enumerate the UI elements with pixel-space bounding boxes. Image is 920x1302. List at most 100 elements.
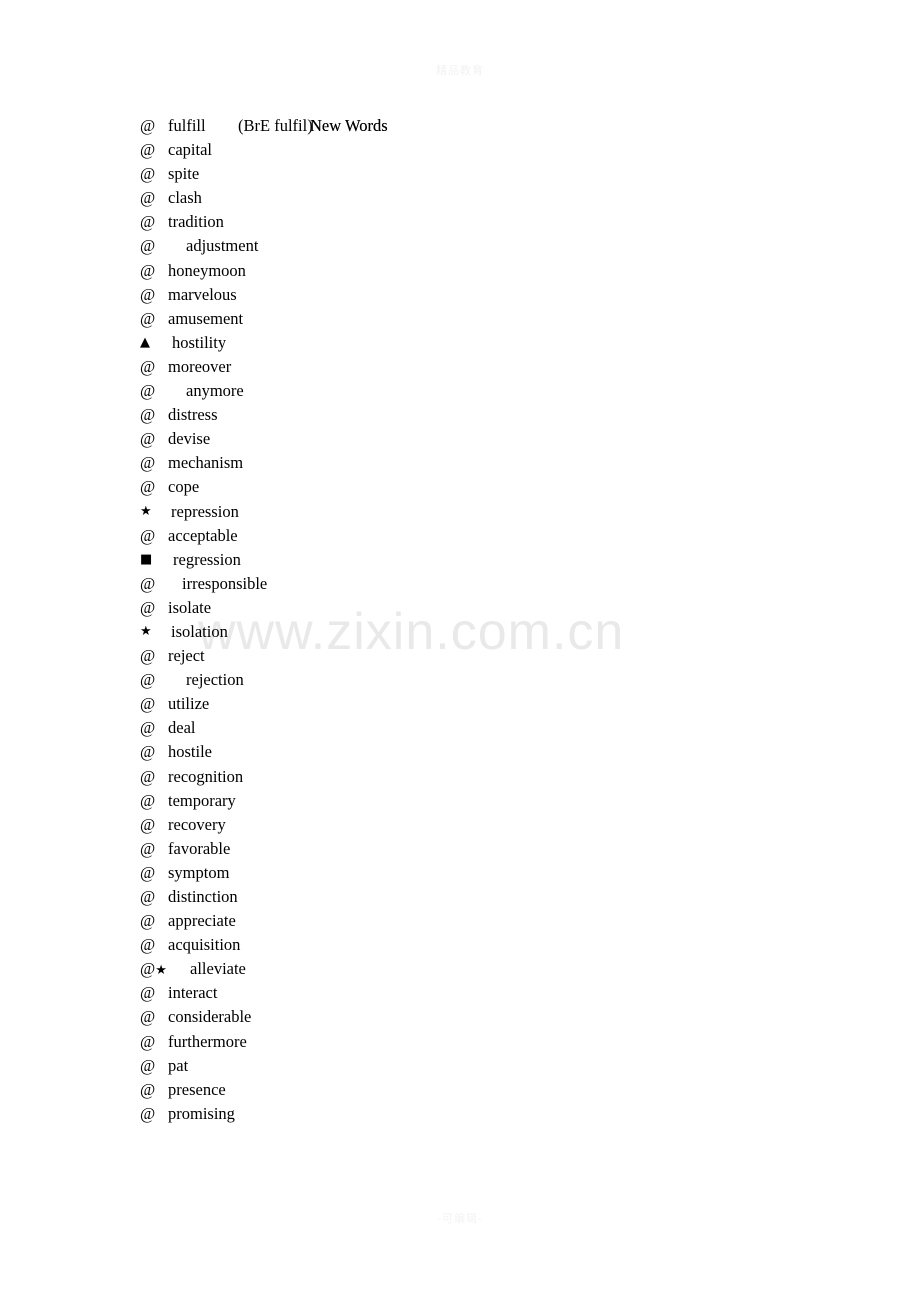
word-label: promising	[168, 1103, 235, 1123]
at-marker-icon: @	[140, 862, 156, 882]
at-marker-icon: @	[140, 381, 156, 401]
at-marker-icon: @	[140, 670, 156, 690]
at-marker-icon: @	[140, 911, 156, 931]
word-label: hostile	[168, 742, 212, 762]
word-label: marvelous	[168, 284, 237, 304]
word-label: distinction	[168, 887, 238, 906]
word-label: fulfill	[168, 116, 206, 135]
at-marker-icon: @	[140, 188, 156, 208]
word-label: adjustment	[186, 236, 259, 256]
at-marker-icon: @	[140, 1079, 156, 1099]
at-marker-icon: @	[140, 1055, 156, 1075]
at-marker-icon: @	[140, 116, 156, 135]
word-label: hostility	[172, 332, 227, 352]
word-entry: @ hostile	[0, 740, 920, 764]
at-marker-icon: @	[140, 212, 156, 232]
word-label: alleviate	[190, 959, 246, 979]
word-label: recognition	[168, 766, 244, 786]
word-entry: @ temporary	[0, 789, 920, 813]
word-label: spite	[168, 164, 200, 184]
word-entry: @ considerable	[0, 1005, 920, 1029]
word-entry: @ distinction	[0, 885, 920, 909]
word-label: clash	[168, 188, 202, 208]
word-entry: @ isolate	[0, 596, 920, 620]
word-label: devise	[168, 429, 211, 449]
word-label: capital	[168, 140, 212, 160]
word-entry: @ devise	[0, 427, 920, 451]
at-marker-icon: @	[140, 260, 156, 280]
at-marker-icon: @	[140, 140, 156, 160]
at-marker-icon: @	[140, 1007, 156, 1027]
word-label: appreciate	[168, 911, 236, 931]
word-label: deal	[168, 718, 196, 738]
at-marker-icon: @	[140, 236, 156, 256]
word-label: considerable	[168, 1007, 252, 1027]
word-entry: ★ isolation	[0, 620, 920, 644]
word-entry: @ tradition	[0, 210, 920, 234]
word-entry: ★ repression	[0, 500, 920, 524]
at-marker-icon: @	[140, 838, 156, 858]
word-label: interact	[168, 983, 218, 1003]
at-marker-icon: @	[140, 164, 156, 184]
word-entry: @ favorable	[0, 837, 920, 861]
at-marker-icon: @	[140, 694, 156, 714]
at-marker-icon: @	[140, 453, 156, 473]
word-entry: @ recovery	[0, 813, 920, 837]
word-entry: @ acceptable	[0, 524, 920, 548]
star-marker-icon: ★	[155, 963, 167, 979]
header-watermark: 精品教育	[436, 65, 484, 77]
word-entry: @ acquisition	[0, 933, 920, 957]
at-marker-icon: @	[140, 766, 156, 786]
word-label: moreover	[168, 356, 232, 376]
word-label: utilize	[168, 694, 210, 714]
at-marker-icon: @	[140, 814, 156, 834]
star-marker-icon: ★	[140, 623, 152, 639]
word-entry: @ mechanism	[0, 451, 920, 475]
word-entry: @ appreciate	[0, 909, 920, 933]
at-marker-icon: @	[140, 573, 156, 593]
triangle-marker-icon: ▲	[140, 334, 150, 350]
word-label: anymore	[186, 381, 244, 401]
at-marker-icon: @	[140, 959, 156, 979]
word-entry: @ symptom	[0, 861, 920, 885]
word-entry: @ interact	[0, 981, 920, 1005]
section-heading-label: New Words	[310, 116, 388, 135]
word-entry: @ amusement	[0, 307, 920, 331]
word-label: reject	[168, 646, 205, 666]
at-marker-icon: @	[140, 646, 156, 666]
word-label: regression	[173, 549, 241, 569]
at-marker-icon: @	[140, 429, 156, 449]
word-label: presence	[168, 1079, 226, 1099]
at-marker-icon: @	[140, 356, 156, 376]
word-label: furthermore	[168, 1031, 247, 1051]
at-marker-icon: @	[140, 983, 156, 1003]
word-entry: @ adjustment	[0, 234, 920, 258]
word-entry: @ clash	[0, 186, 920, 210]
document-page: 精品教育 www.zixin.com.cn @ fulfill (BrE fulfi…	[0, 0, 920, 1302]
word-variant-note: (BrE fulfil)	[238, 116, 313, 135]
word-entry: @ presence	[0, 1078, 920, 1102]
word-label: honeymoon	[168, 260, 246, 280]
word-entry: @ furthermore	[0, 1030, 920, 1054]
word-label: repression	[171, 501, 239, 521]
at-marker-icon: @	[140, 742, 156, 762]
word-label: isolate	[168, 597, 212, 617]
word-entry: @★ alleviate	[0, 957, 920, 981]
word-entry: @ deal	[0, 716, 920, 740]
word-label: acquisition	[168, 935, 241, 955]
footer-watermark: -可编辑-	[437, 1213, 483, 1225]
word-entry: @ pat	[0, 1054, 920, 1078]
star-marker-icon: ★	[140, 503, 152, 519]
at-marker-icon: @	[140, 718, 156, 738]
at-marker-icon: @	[140, 477, 156, 497]
at-marker-icon: @	[140, 597, 156, 617]
word-label: acceptable	[168, 525, 238, 545]
word-entry: @ promising	[0, 1102, 920, 1126]
word-entry: @ spite	[0, 162, 920, 186]
word-entry: @ rejection	[0, 668, 920, 692]
at-marker-icon: @	[140, 525, 156, 545]
word-label: favorable	[168, 838, 231, 858]
at-marker-icon: @	[140, 405, 156, 425]
word-label: amusement	[168, 308, 244, 328]
word-label: recovery	[168, 814, 226, 834]
